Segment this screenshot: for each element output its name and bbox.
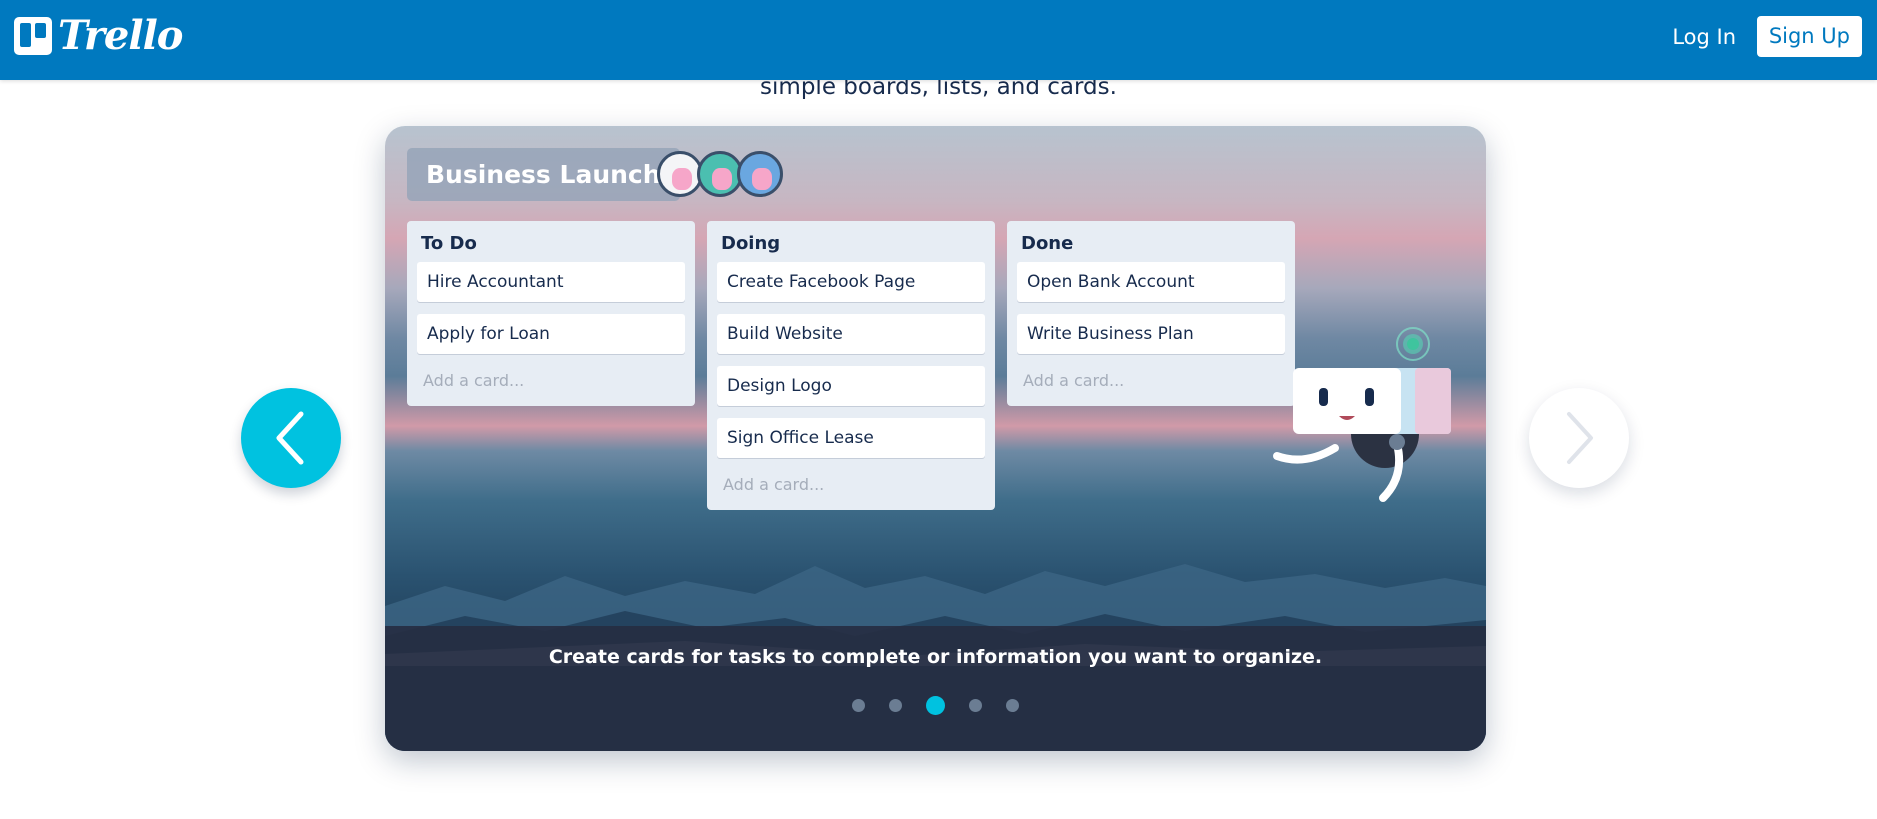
slide-dot-5[interactable] (1006, 699, 1019, 712)
slide-caption: Create cards for tasks to complete or in… (548, 646, 1323, 668)
card[interactable]: Write Business Plan (1017, 314, 1285, 354)
chevron-right-icon (1567, 412, 1593, 464)
taco-robot-illustration (1273, 327, 1451, 502)
top-navigation: Trello Log In Sign Up (0, 0, 1877, 80)
card[interactable]: Build Website (717, 314, 985, 354)
card[interactable]: Design Logo (717, 366, 985, 406)
card[interactable]: Open Bank Account (1017, 262, 1285, 302)
list-title: To Do (421, 233, 477, 254)
add-card-link[interactable]: Add a card... (417, 366, 685, 394)
slide-dot-4[interactable] (969, 699, 982, 712)
trello-logo[interactable]: Trello (14, 12, 183, 59)
board-carousel: Business Launch To Do Hire Accountant Ap… (385, 126, 1486, 751)
brand-name: Trello (58, 12, 183, 59)
list-title: Done (1021, 233, 1074, 254)
carousel-pagination (385, 696, 1486, 715)
list-doing: Doing Create Facebook Page Build Website… (707, 221, 995, 510)
chevron-left-icon (276, 411, 304, 465)
list-done: Done Open Bank Account Write Business Pl… (1007, 221, 1295, 406)
trello-board-icon (14, 17, 52, 55)
avatar[interactable] (737, 151, 783, 197)
carousel-prev-button[interactable] (241, 388, 341, 488)
board-members (657, 151, 783, 197)
card[interactable]: Create Facebook Page (717, 262, 985, 302)
sign-up-button[interactable]: Sign Up (1756, 16, 1862, 57)
slide-dot-3-active[interactable] (926, 696, 945, 715)
log-in-link[interactable]: Log In (1672, 22, 1736, 52)
card[interactable]: Sign Office Lease (717, 418, 985, 458)
card[interactable]: Hire Accountant (417, 262, 685, 302)
caption-bar (385, 626, 1486, 751)
slide-dot-2[interactable] (889, 699, 902, 712)
add-card-link[interactable]: Add a card... (717, 470, 985, 498)
slide-dot-1[interactable] (852, 699, 865, 712)
add-card-link[interactable]: Add a card... (1017, 366, 1285, 394)
list-to-do: To Do Hire Accountant Apply for Loan Add… (407, 221, 695, 406)
board-title[interactable]: Business Launch (407, 148, 680, 201)
list-title: Doing (721, 233, 781, 254)
card[interactable]: Apply for Loan (417, 314, 685, 354)
carousel-next-button[interactable] (1529, 388, 1629, 488)
